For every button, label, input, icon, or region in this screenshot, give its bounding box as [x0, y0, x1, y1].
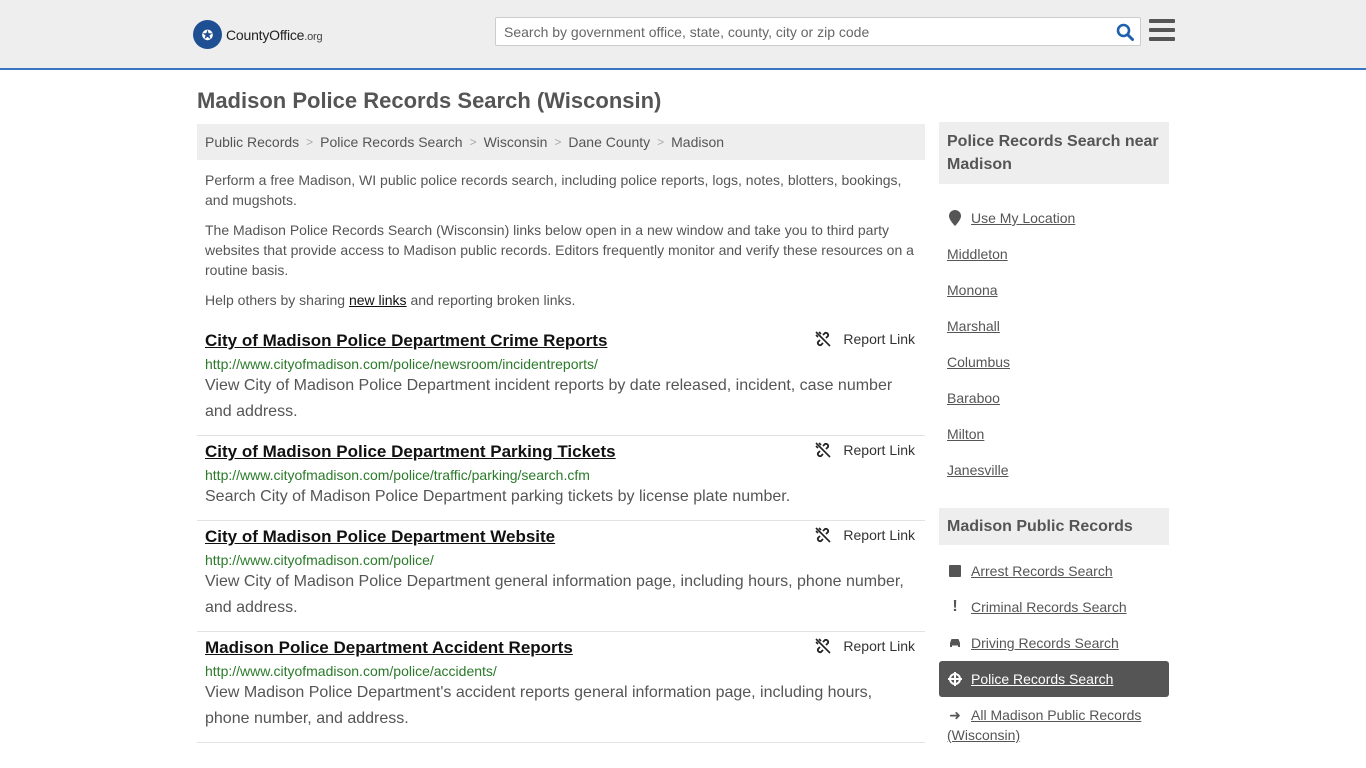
- public-record-item: Arrest Records Search: [939, 553, 1169, 589]
- report-link-button[interactable]: Report Link: [815, 638, 915, 654]
- breadcrumb-separator-icon: >: [469, 135, 477, 149]
- results-list: City of Madison Police Department Crime …: [197, 325, 925, 743]
- public-record-item: ! Criminal Records Search: [939, 589, 1169, 625]
- result-title-link[interactable]: Madison Police Department Accident Repor…: [205, 638, 573, 658]
- result-description: Search City of Madison Police Department…: [205, 488, 791, 505]
- intro-paragraph-2: The Madison Police Records Search (Wisco…: [205, 222, 914, 278]
- breadcrumb-madison[interactable]: Madison: [671, 134, 724, 150]
- public-record-item: Driving Records Search: [939, 625, 1169, 661]
- broken-link-icon: [815, 331, 831, 347]
- nearby-list: Use My Location Middleton Monona Marshal…: [939, 184, 1169, 488]
- breadcrumb-public-records[interactable]: Public Records: [205, 134, 299, 150]
- result-item: City of Madison Police Department Crime …: [197, 325, 925, 436]
- nearby-link-monona[interactable]: Monona: [947, 282, 998, 298]
- breadcrumb-police-records-search[interactable]: Police Records Search: [320, 134, 462, 150]
- nearby-heading: Police Records Search near Madison: [939, 122, 1169, 184]
- result-title-link[interactable]: City of Madison Police Department Websit…: [205, 527, 555, 547]
- all-public-records-link[interactable]: All Madison Public Records (Wisconsin): [947, 707, 1141, 743]
- breadcrumb-separator-icon: >: [554, 135, 562, 149]
- hamburger-menu-icon[interactable]: [1149, 19, 1175, 43]
- breadcrumb: Public Records > Police Records Search > W…: [197, 124, 925, 160]
- broken-link-icon: [815, 442, 831, 458]
- nearby-item: Monona: [939, 272, 1169, 308]
- report-link-button[interactable]: Report Link: [815, 527, 915, 543]
- search-bar: [495, 17, 1141, 46]
- criminal-records-link[interactable]: Criminal Records Search: [971, 599, 1127, 615]
- result-url[interactable]: http://www.cityofmadison.com/police/traf…: [205, 467, 917, 483]
- nearby-item: Columbus: [939, 344, 1169, 380]
- logo[interactable]: ✪ CountyOffice.org: [193, 20, 323, 49]
- intro-paragraph-3: Help others by sharing new links and rep…: [205, 292, 576, 308]
- nearby-link-baraboo[interactable]: Baraboo: [947, 390, 1000, 406]
- page-title: Madison Police Records Search (Wisconsin…: [197, 88, 662, 113]
- use-my-location-link[interactable]: Use My Location: [971, 210, 1075, 226]
- public-record-item-active: Police Records Search: [939, 661, 1169, 697]
- arrest-records-link[interactable]: Arrest Records Search: [971, 563, 1113, 579]
- arrow-right-icon: ➜: [949, 707, 961, 723]
- breadcrumb-dane-county[interactable]: Dane County: [568, 134, 650, 150]
- result-url[interactable]: http://www.cityofmadison.com/police/news…: [205, 356, 917, 372]
- logo-tld: .org: [304, 30, 323, 43]
- new-links-link[interactable]: new links: [349, 292, 407, 308]
- result-title-link[interactable]: City of Madison Police Department Crime …: [205, 331, 607, 351]
- nearby-item: Marshall: [939, 308, 1169, 344]
- result-description: View City of Madison Police Department i…: [205, 377, 893, 420]
- crosshair-icon: [947, 672, 963, 686]
- report-link-button[interactable]: Report Link: [815, 442, 915, 458]
- intro-paragraph-1: Perform a free Madison, WI public police…: [205, 172, 902, 208]
- logo-eagle-icon: ✪: [193, 20, 222, 49]
- exclamation-icon: !: [952, 598, 958, 615]
- intro-text: Perform a free Madison, WI public police…: [205, 170, 920, 320]
- result-item: Madison Police Department Accident Repor…: [197, 632, 925, 743]
- public-record-item: ➜ All Madison Public Records (Wisconsin): [939, 697, 1169, 745]
- search-icon: [1116, 23, 1134, 41]
- result-item: City of Madison Police Department Parkin…: [197, 436, 925, 521]
- driving-records-link[interactable]: Driving Records Search: [971, 635, 1119, 651]
- map-pin-icon: [947, 210, 963, 226]
- nearby-item: Janesville: [939, 452, 1169, 488]
- car-icon: [947, 637, 963, 649]
- breadcrumb-wisconsin[interactable]: Wisconsin: [484, 134, 548, 150]
- nearby-item: Milton: [939, 416, 1169, 452]
- sidebar: Police Records Search near Madison Use M…: [939, 122, 1169, 745]
- broken-link-icon: [815, 527, 831, 543]
- nearby-link-columbus[interactable]: Columbus: [947, 354, 1010, 370]
- nearby-link-janesville[interactable]: Janesville: [947, 462, 1008, 478]
- result-description: View Madison Police Department's acciden…: [205, 684, 873, 727]
- use-my-location-item: Use My Location: [939, 200, 1169, 236]
- public-records-heading: Madison Public Records: [939, 508, 1169, 545]
- logo-name: CountyOffice: [226, 26, 305, 43]
- nearby-item: Middleton: [939, 236, 1169, 272]
- result-item: City of Madison Police Department Websit…: [197, 521, 925, 632]
- nearby-link-middleton[interactable]: Middleton: [947, 246, 1008, 262]
- nearby-item: Baraboo: [939, 380, 1169, 416]
- search-input[interactable]: [496, 18, 1110, 45]
- nearby-link-milton[interactable]: Milton: [947, 426, 984, 442]
- breadcrumb-separator-icon: >: [657, 135, 665, 149]
- result-title-link[interactable]: City of Madison Police Department Parkin…: [205, 442, 616, 462]
- result-url[interactable]: http://www.cityofmadison.com/police/acci…: [205, 663, 917, 679]
- breadcrumb-separator-icon: >: [306, 135, 314, 149]
- police-records-link[interactable]: Police Records Search: [971, 671, 1113, 687]
- broken-link-icon: [815, 638, 831, 654]
- top-bar: ✪ CountyOffice.org: [0, 0, 1366, 70]
- nearby-link-marshall[interactable]: Marshall: [947, 318, 1000, 334]
- public-records-list: Arrest Records Search ! Criminal Records…: [939, 545, 1169, 745]
- result-description: View City of Madison Police Department g…: [205, 573, 904, 616]
- square-icon: [947, 565, 963, 577]
- search-button[interactable]: [1110, 18, 1140, 45]
- result-url[interactable]: http://www.cityofmadison.com/police/: [205, 552, 917, 568]
- report-link-button[interactable]: Report Link: [815, 331, 915, 347]
